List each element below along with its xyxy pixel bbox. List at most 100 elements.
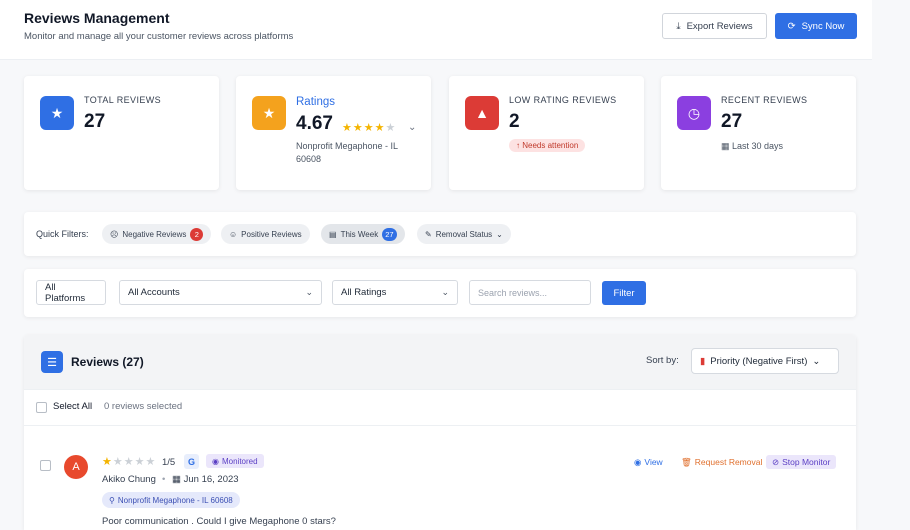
chip-removal-status[interactable]: ✎ Removal Status ⌄ xyxy=(417,224,511,244)
chip-label: Positive Reviews xyxy=(241,229,302,239)
download-icon: ⤓ xyxy=(676,20,681,32)
ratings-select[interactable]: All Ratings ⌄ xyxy=(332,280,458,305)
select-all-label[interactable]: Select All xyxy=(53,401,92,412)
quick-filters-panel: Quick Filters: ☹ Negative Reviews 2 ☺ Po… xyxy=(24,212,856,256)
chevron-down-icon: ⌄ xyxy=(441,287,449,297)
platform-select[interactable]: All Platforms xyxy=(36,280,106,305)
total-reviews-card: ★ TOTAL REVIEWS 27 xyxy=(24,76,219,190)
low-rating-reviews-card: ▲ LOW RATING REVIEWS 2 ↑ Needs attention xyxy=(449,76,644,190)
ratings-label: Ratings xyxy=(296,96,335,108)
location-chip: ⚲ Nonprofit Megaphone - IL 60608 xyxy=(102,492,240,508)
google-icon: G xyxy=(184,454,199,469)
warning-icon: ▲ xyxy=(465,96,499,130)
view-button[interactable]: ◉ View xyxy=(634,455,663,469)
chip-label: This Week xyxy=(340,229,379,239)
filter-button[interactable]: Filter xyxy=(602,281,646,305)
review-date-label: Jun 16, 2023 xyxy=(183,474,239,485)
sad-face-icon: ☹ xyxy=(110,229,119,239)
note-icon: ✎ xyxy=(425,229,432,239)
divider xyxy=(24,425,856,426)
count-badge: 27 xyxy=(382,227,397,241)
selected-count: 0 reviews selected xyxy=(104,401,183,412)
sort-label: Sort by: xyxy=(646,355,679,366)
chip-positive-reviews[interactable]: ☺ Positive Reviews xyxy=(221,224,310,244)
eye-icon: ◉ xyxy=(212,456,219,466)
accounts-select[interactable]: All Accounts ⌄ xyxy=(119,280,322,305)
ratings-value: 4.67 xyxy=(296,113,333,134)
star-icon: ★ xyxy=(252,96,286,130)
low-rating-label: LOW RATING REVIEWS xyxy=(509,95,617,105)
search-input[interactable] xyxy=(469,280,591,305)
chevron-down-icon[interactable]: ⌄ xyxy=(408,122,416,133)
rating-stars-empty: ★★★★ xyxy=(112,456,157,468)
select-all-checkbox[interactable] xyxy=(36,402,47,413)
reviews-panel: ☰ Reviews (27) Sort by: ▮ Priority (Nega… xyxy=(24,335,856,530)
review-date: ▦ Jun 16, 2023 xyxy=(172,474,239,485)
divider xyxy=(24,389,856,390)
ratings-stars: ★★★★★ xyxy=(342,121,396,134)
view-label: View xyxy=(644,457,663,467)
rating-star-half: ★ xyxy=(385,122,397,134)
sync-now-button[interactable]: ⟳ Sync Now xyxy=(775,13,857,39)
rating-stars-filled: ★★★★ xyxy=(342,122,386,134)
map-pin-icon: ⚲ xyxy=(109,495,115,505)
smile-icon: ☺ xyxy=(229,229,238,239)
export-reviews-button[interactable]: ⤓ Export Reviews xyxy=(662,13,767,39)
review-score: 1/5 xyxy=(162,457,176,468)
page-subtitle: Monitor and manage all your customer rev… xyxy=(24,31,294,42)
sync-now-label: Sync Now xyxy=(801,20,845,32)
sync-icon: ⟳ xyxy=(787,20,796,32)
page-header: Reviews Management Monitor and manage al… xyxy=(0,0,872,60)
quick-filters-label: Quick Filters: xyxy=(36,229,89,239)
ratings-card: ★ Ratings 4.67 ★★★★★ ⌄ Nonprofit Megapho… xyxy=(236,76,431,190)
export-reviews-label: Export Reviews xyxy=(686,20,753,32)
request-removal-label: Request Removal xyxy=(694,457,763,467)
total-reviews-label: TOTAL REVIEWS xyxy=(84,95,162,105)
sort-select[interactable]: ▮ Priority (Negative First) ⌄ xyxy=(691,348,839,374)
chip-negative-reviews[interactable]: ☹ Negative Reviews 2 xyxy=(102,224,212,244)
needs-attention-label: Needs attention xyxy=(522,141,579,150)
filter-bar: All Platforms All Accounts ⌄ All Ratings… xyxy=(24,269,856,317)
needs-attention-badge: ↑ Needs attention xyxy=(509,139,586,152)
chip-label: Negative Reviews xyxy=(122,229,187,239)
request-removal-button[interactable]: 🗑 Request Removal xyxy=(681,455,762,469)
accounts-select-value: All Accounts xyxy=(128,287,180,298)
low-rating-value: 2 xyxy=(509,111,520,132)
chevron-down-icon: ⌄ xyxy=(305,287,313,297)
review-stars: ★★★★★ xyxy=(102,455,156,468)
recent-period-label: Last 30 days xyxy=(732,141,784,151)
separator-dot: • xyxy=(162,474,166,485)
trash-icon: 🗑 xyxy=(681,456,692,467)
chip-label: Removal Status xyxy=(435,229,493,239)
avatar: A xyxy=(64,455,88,479)
count-badge: 2 xyxy=(190,227,204,241)
total-reviews-value: 27 xyxy=(84,111,106,132)
star-icon: ★ xyxy=(40,96,74,130)
calendar-icon: ▦ xyxy=(721,141,733,151)
eye-off-icon: ⊘ xyxy=(772,456,780,467)
ratings-location: Nonprofit Megaphone - IL 60608 xyxy=(296,141,398,164)
calendar-icon: ▦ xyxy=(172,474,184,485)
calendar-icon: ▤ xyxy=(329,229,337,239)
recent-reviews-value: 27 xyxy=(721,111,743,132)
reviews-title: Reviews (27) xyxy=(71,355,144,369)
monitored-label: Monitored xyxy=(221,456,258,466)
chevron-down-icon: ⌄ xyxy=(496,229,503,239)
stop-monitor-label: Stop Monitor xyxy=(782,457,831,467)
location-label: Nonprofit Megaphone - IL 60608 xyxy=(117,495,233,505)
list-icon: ☰ xyxy=(41,351,63,373)
reviewer-name: Akiko Chung xyxy=(102,474,156,485)
clock-icon: ◷ xyxy=(677,96,711,130)
eye-icon: ◉ xyxy=(634,456,642,467)
priority-icon: ▮ xyxy=(700,355,706,367)
recent-period: ▦ Last 30 days xyxy=(721,141,783,152)
platform-select-value: All Platforms xyxy=(45,281,86,304)
ratings-select-value: All Ratings xyxy=(341,287,387,298)
review-checkbox[interactable] xyxy=(40,460,51,471)
stop-monitor-button[interactable]: ⊘ Stop Monitor xyxy=(766,455,837,469)
page-title: Reviews Management xyxy=(24,10,170,26)
recent-reviews-card: ◷ RECENT REVIEWS 27 ▦ Last 30 days xyxy=(661,76,856,190)
chip-this-week[interactable]: ▤ This Week 27 xyxy=(321,224,405,244)
monitored-badge: ◉ Monitored xyxy=(206,454,264,468)
review-text: Poor communication . Could I give Megaph… xyxy=(102,516,336,527)
